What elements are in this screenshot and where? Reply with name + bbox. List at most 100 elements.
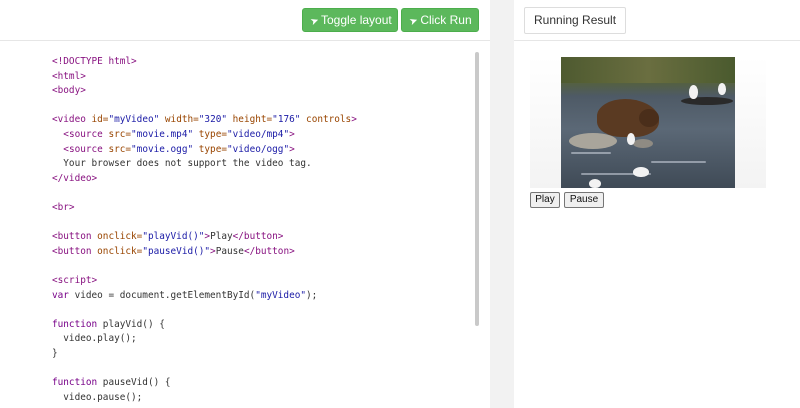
code-content: <!DOCTYPE html> <html> <body> <video id="my… [52, 55, 357, 405]
result-header: Running Result [514, 0, 800, 41]
code-line: Your browser does not support the video … [52, 157, 357, 172]
code-token: playVid() { [97, 318, 165, 330]
code-token: Pause [215, 245, 244, 257]
code-token: <!DOCTYPE html> [52, 56, 137, 67]
code-token: id= [91, 114, 109, 126]
code-token: type= [193, 128, 227, 140]
code-token: <html> [52, 70, 86, 82]
code-token: } [52, 347, 58, 359]
code-token: > [289, 128, 295, 140]
video-player[interactable] [530, 57, 766, 188]
video-gull [627, 133, 635, 145]
click-run-button[interactable]: ➤Click Run [401, 8, 479, 32]
code-token: "myVideo" [108, 114, 160, 126]
code-editor-pane: ➤Toggle layout ➤Click Run <!DOCTYPE html… [0, 0, 490, 408]
video-gull [589, 179, 601, 188]
code-token: video = document.getElementById( [68, 289, 256, 301]
code-token: type= [193, 143, 227, 155]
code-line: <video id="myVideo" width="320" height="… [52, 113, 357, 128]
code-token: function [52, 377, 98, 389]
code-token: video.pause(); [52, 391, 143, 403]
toggle-layout-label: Toggle layout [321, 13, 392, 27]
code-line: video.pause(); [52, 391, 357, 406]
code-token: > [351, 114, 357, 126]
video-gull [689, 85, 698, 99]
code-line: <button onclick="pauseVid()">Pause</butt… [52, 245, 357, 260]
code-token: <button [52, 231, 98, 243]
code-line: function playVid() { [52, 318, 357, 333]
result-title-tab: Running Result [524, 7, 627, 34]
code-token: <source [63, 128, 109, 140]
code-line: video.play(); [52, 332, 357, 347]
code-token: <br> [52, 201, 75, 213]
video-gull [718, 83, 726, 95]
code-token: ); [306, 289, 318, 301]
code-token: width= [159, 114, 199, 126]
code-token: Your browser does not support the video … [52, 158, 312, 170]
code-line: </video> [52, 172, 357, 187]
video-ripple [571, 152, 611, 154]
code-line: <html> [52, 70, 357, 85]
code-token: <body> [52, 85, 86, 97]
pause-button[interactable]: Pause [564, 192, 604, 208]
code-token: "movie.ogg" [131, 143, 194, 155]
code-token: </button> [243, 245, 295, 257]
code-token: "movie.mp4" [131, 128, 194, 140]
editor-toolbar: ➤Toggle layout ➤Click Run [0, 0, 490, 41]
code-line: <body> [52, 84, 357, 99]
code-token: <video [52, 114, 92, 126]
code-token: video.play(); [52, 333, 137, 345]
code-token: "pauseVid()" [142, 245, 211, 257]
code-token: Play [210, 231, 233, 243]
pane-divider[interactable] [490, 0, 514, 408]
video-rock [633, 139, 653, 148]
code-line: <source src="movie.ogg" type="video/ogg"… [52, 143, 357, 158]
code-token: height= [227, 114, 273, 126]
code-token: </video> [52, 172, 98, 184]
video-frame[interactable] [561, 57, 735, 188]
code-line: function pauseVid() { [52, 376, 357, 391]
video-riverbank [561, 57, 735, 83]
code-token: <source [63, 143, 109, 155]
video-ripple [651, 161, 706, 163]
play-button[interactable]: Play [530, 192, 560, 208]
code-token: src= [108, 143, 132, 155]
code-textarea[interactable]: <!DOCTYPE html> <html> <body> <video id="my… [0, 41, 482, 408]
code-token: "320" [198, 114, 228, 126]
code-token: pauseVid() { [97, 377, 171, 389]
code-token: function [52, 318, 98, 330]
code-token: <button [52, 245, 98, 257]
code-token: </button> [232, 231, 284, 243]
code-token: src= [108, 128, 132, 140]
code-token: > [289, 143, 295, 155]
code-token: "myVideo" [255, 289, 307, 301]
code-token: onclick= [97, 245, 143, 257]
code-token: onclick= [97, 231, 143, 243]
video-gull [633, 167, 649, 177]
code-token: <script> [52, 274, 98, 286]
code-token: var [52, 289, 69, 301]
video-bear-head [639, 109, 659, 127]
code-token: "playVid()" [142, 231, 205, 243]
code-line: <!DOCTYPE html> [52, 55, 357, 70]
toggle-layout-button[interactable]: ➤Toggle layout [302, 8, 398, 32]
editor-scrollbar-thumb[interactable] [475, 52, 479, 326]
code-token: "video/mp4" [227, 128, 290, 140]
code-token: "176" [272, 114, 301, 126]
code-line: <button onclick="playVid()">Play</button… [52, 230, 357, 245]
code-line: <source src="movie.mp4" type="video/mp4"… [52, 128, 357, 143]
video-rock [681, 97, 733, 105]
code-line: <br> [52, 201, 357, 216]
click-run-label: Click Run [420, 13, 472, 27]
code-line: var video = document.getElementById("myV… [52, 289, 357, 304]
result-pane: Running Result Play Pause [514, 0, 800, 408]
code-line: <script> [52, 274, 357, 289]
